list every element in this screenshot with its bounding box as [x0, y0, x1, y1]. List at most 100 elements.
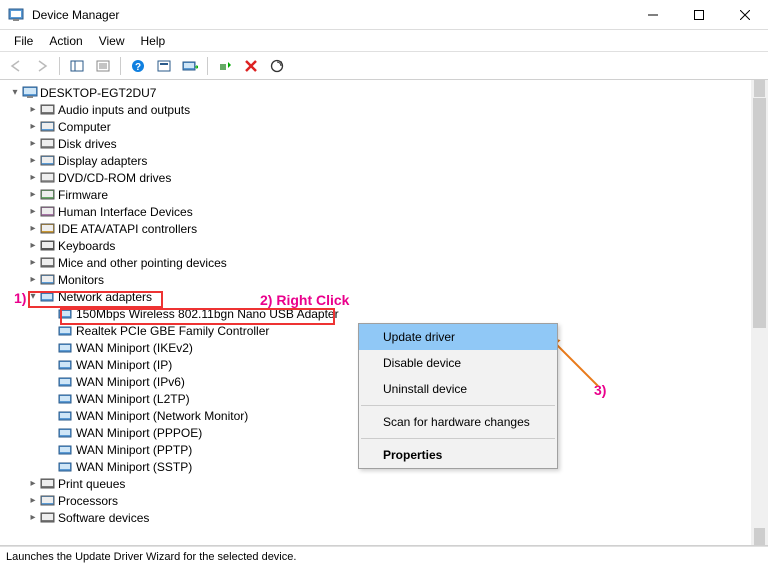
tree-category[interactable]: ▸DVD/CD-ROM drives [8, 169, 751, 186]
close-button[interactable] [722, 0, 768, 30]
device-category-icon [40, 239, 56, 253]
tree-category[interactable]: ▸ Print queues [8, 475, 751, 492]
minimize-button[interactable] [630, 0, 676, 30]
expand-icon[interactable]: ▸ [26, 138, 40, 149]
tree-device-label: WAN Miniport (PPPOE) [74, 426, 202, 440]
menu-help[interactable]: Help [133, 32, 174, 50]
expand-icon[interactable]: ▸ [26, 223, 40, 234]
expand-icon[interactable]: ▸ [26, 206, 40, 217]
menu-action[interactable]: Action [41, 32, 90, 50]
action-menu-button[interactable] [152, 55, 176, 77]
tree-category[interactable]: ▸Monitors [8, 271, 751, 288]
tree-category[interactable]: ▸Human Interface Devices [8, 203, 751, 220]
collapse-icon[interactable]: ▾ [8, 87, 22, 98]
tree-device-label: WAN Miniport (L2TP) [74, 392, 190, 406]
show-hide-console-tree-button[interactable] [65, 55, 89, 77]
device-category-icon [40, 494, 56, 508]
tree-category[interactable]: ▸Display adapters [8, 152, 751, 169]
device-category-icon [40, 256, 56, 270]
svg-text:?: ? [135, 62, 141, 73]
tree-category-label: Network adapters [56, 290, 152, 304]
help-button[interactable]: ? [126, 55, 150, 77]
tree-category-label: Keyboards [56, 239, 115, 253]
device-category-icon [40, 188, 56, 202]
properties-button[interactable] [91, 55, 115, 77]
tree-device[interactable]: 150Mbps Wireless 802.11bgn Nano USB Adap… [8, 305, 751, 322]
tree-device-label: WAN Miniport (Network Monitor) [74, 409, 248, 423]
expand-icon[interactable]: ▸ [26, 274, 40, 285]
network-adapter-icon [58, 409, 74, 423]
tree-category[interactable]: ▸Disk drives [8, 135, 751, 152]
menubar: File Action View Help [0, 30, 768, 52]
expand-icon[interactable]: ▸ [26, 478, 40, 489]
toolbar: ? [0, 52, 768, 80]
expand-icon[interactable]: ▸ [26, 121, 40, 132]
tree-category-label: Computer [56, 120, 111, 134]
scan-hardware-button[interactable] [265, 55, 289, 77]
toolbar-separator [207, 57, 208, 75]
maximize-button[interactable] [676, 0, 722, 30]
expand-icon[interactable]: ▸ [26, 512, 40, 523]
back-button[interactable] [4, 55, 28, 77]
ctx-properties[interactable]: Properties [359, 442, 557, 468]
device-category-icon [40, 205, 56, 219]
tree-category-label: Audio inputs and outputs [56, 103, 190, 117]
ctx-separator [361, 438, 555, 439]
expand-icon[interactable]: ▸ [26, 155, 40, 166]
tree-category-label: Software devices [56, 511, 149, 525]
tree-category-label: Print queues [56, 477, 125, 491]
network-adapter-icon [40, 290, 56, 304]
tree-category-label: Processors [56, 494, 118, 508]
tree-category[interactable]: ▸ Processors [8, 492, 751, 509]
tree-category[interactable]: ▸ Software devices [8, 509, 751, 526]
tree-category[interactable]: ▸Firmware [8, 186, 751, 203]
tree-root[interactable]: ▾ DESKTOP-EGT2DU7 [8, 84, 751, 101]
ctx-separator [361, 405, 555, 406]
vertical-scrollbar[interactable] [751, 80, 768, 545]
expand-icon[interactable]: ▸ [26, 240, 40, 251]
device-category-icon [40, 511, 56, 525]
tree-device-label: WAN Miniport (SSTP) [74, 460, 192, 474]
expand-icon[interactable]: ▸ [26, 172, 40, 183]
titlebar: Device Manager [0, 0, 768, 30]
ctx-disable-device[interactable]: Disable device [359, 350, 557, 376]
menu-view[interactable]: View [91, 32, 133, 50]
tree-category[interactable]: ▸ Computer [8, 118, 751, 135]
network-adapter-icon [58, 426, 74, 440]
tree-category[interactable]: ▸ IDE ATA/ATAPI controllers [8, 220, 751, 237]
tree-category-label: IDE ATA/ATAPI controllers [56, 222, 197, 236]
device-category-icon [40, 120, 56, 134]
app-icon [8, 7, 24, 23]
enable-device-button[interactable] [213, 55, 237, 77]
scrollbar-thumb[interactable] [753, 98, 766, 328]
tree-device-label: Realtek PCIe GBE Family Controller [74, 324, 269, 338]
ctx-update-driver[interactable]: Update driver [359, 324, 557, 350]
collapse-icon[interactable]: ▾ [26, 291, 40, 302]
expand-icon[interactable]: ▸ [26, 189, 40, 200]
ctx-scan-hardware[interactable]: Scan for hardware changes [359, 409, 557, 435]
tree-category[interactable]: ▸ Mice and other pointing devices [8, 254, 751, 271]
tree-category[interactable]: ▸ Audio inputs and outputs [8, 101, 751, 118]
expand-icon[interactable]: ▸ [26, 104, 40, 115]
uninstall-device-button[interactable] [239, 55, 263, 77]
tree-device-label: 150Mbps Wireless 802.11bgn Nano USB Adap… [74, 307, 339, 321]
context-menu: Update driver Disable device Uninstall d… [358, 323, 558, 469]
window-title: Device Manager [32, 8, 630, 22]
forward-button[interactable] [30, 55, 54, 77]
network-adapter-icon [58, 392, 74, 406]
tree-category-network-adapters[interactable]: ▾ Network adapters [8, 288, 751, 305]
device-tree-panel: ▾ DESKTOP-EGT2DU7 ▸ Audio inputs and outp… [0, 80, 768, 546]
expand-icon[interactable]: ▸ [26, 257, 40, 268]
expand-icon[interactable]: ▸ [26, 495, 40, 506]
toolbar-separator [59, 57, 60, 75]
tree-category[interactable]: ▸ Keyboards [8, 237, 751, 254]
tree-category-label: Mice and other pointing devices [56, 256, 227, 270]
device-category-icon [40, 137, 56, 151]
tree-device-label: WAN Miniport (IPv6) [74, 375, 185, 389]
ctx-uninstall-device[interactable]: Uninstall device [359, 376, 557, 402]
update-driver-button[interactable] [178, 55, 202, 77]
statusbar: Launches the Update Driver Wizard for th… [0, 546, 768, 566]
device-category-icon [40, 171, 56, 185]
tree-device-label: WAN Miniport (IKEv2) [74, 341, 193, 355]
menu-file[interactable]: File [6, 32, 41, 50]
